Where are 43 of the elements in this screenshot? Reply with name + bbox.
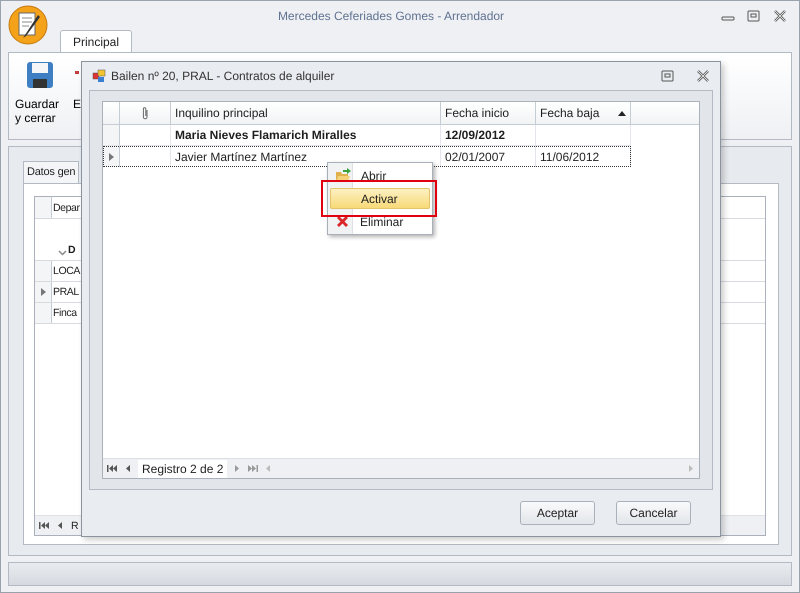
row-header[interactable] [103, 146, 120, 167]
table-cell: Maria Nieves Flamarich Miralles [171, 125, 441, 145]
table-cell-text: PRAL [52, 285, 79, 300]
record-counter: R [70, 520, 78, 532]
restore-icon[interactable] [661, 70, 675, 82]
first-record-icon[interactable] [107, 464, 118, 473]
paperclip-icon[interactable] [142, 106, 148, 120]
dialog-button[interactable]: Cancelar [616, 501, 691, 525]
column-header[interactable]: Inquilino principal [171, 102, 441, 124]
previous-record-icon[interactable] [124, 464, 132, 473]
ribbon-icon [75, 71, 79, 74]
column-header[interactable]: Depar [52, 197, 80, 218]
row-header [35, 197, 52, 218]
column-header[interactable]: Fecha inicio [441, 102, 536, 124]
chevron-down-icon[interactable] [58, 250, 67, 256]
table-cell: 11/06/2012 [536, 146, 631, 167]
menu-item[interactable]: Activar [330, 188, 430, 209]
ribbon-tab[interactable]: Principal [60, 30, 132, 52]
table-row[interactable]: Maria Nieves Flamarich Miralles 12/09/2012 [103, 125, 631, 146]
window-title: Mercedes Ceferiades Gomes - Arrendador [276, 8, 506, 22]
document-pen-icon[interactable] [8, 5, 48, 45]
table-cell-text: LOCA [52, 264, 80, 279]
row-indicator-icon [40, 288, 46, 296]
close-icon[interactable] [773, 10, 787, 22]
first-record-icon[interactable] [39, 521, 50, 530]
restore-icon[interactable] [747, 10, 761, 22]
record-counter: Registro 2 de 2 [138, 460, 228, 478]
window-icon [92, 69, 106, 83]
row-indicator-icon [108, 152, 114, 160]
table-cell-text: Finca [52, 306, 77, 321]
dialog-title: Bailen nº 20, PRAL - Contratos de alquiler [111, 69, 336, 83]
page-tab[interactable]: Datos gen [23, 161, 80, 183]
table-cell: 12/09/2012 [441, 125, 536, 145]
ribbon-button[interactable]: Guardar y cerrar [15, 61, 65, 131]
close-icon[interactable] [696, 70, 710, 82]
previous-record-icon[interactable] [56, 521, 64, 530]
dialog-button[interactable]: Aceptar [520, 501, 595, 525]
group-row-label: D [67, 244, 76, 256]
ribbon-button[interactable]: E [71, 61, 83, 131]
table-cell: 02/01/2007 [441, 146, 536, 167]
sort-ascending-icon [618, 110, 626, 116]
column-header[interactable]: Fecha baja [536, 102, 631, 124]
delete-x-icon [335, 214, 350, 229]
